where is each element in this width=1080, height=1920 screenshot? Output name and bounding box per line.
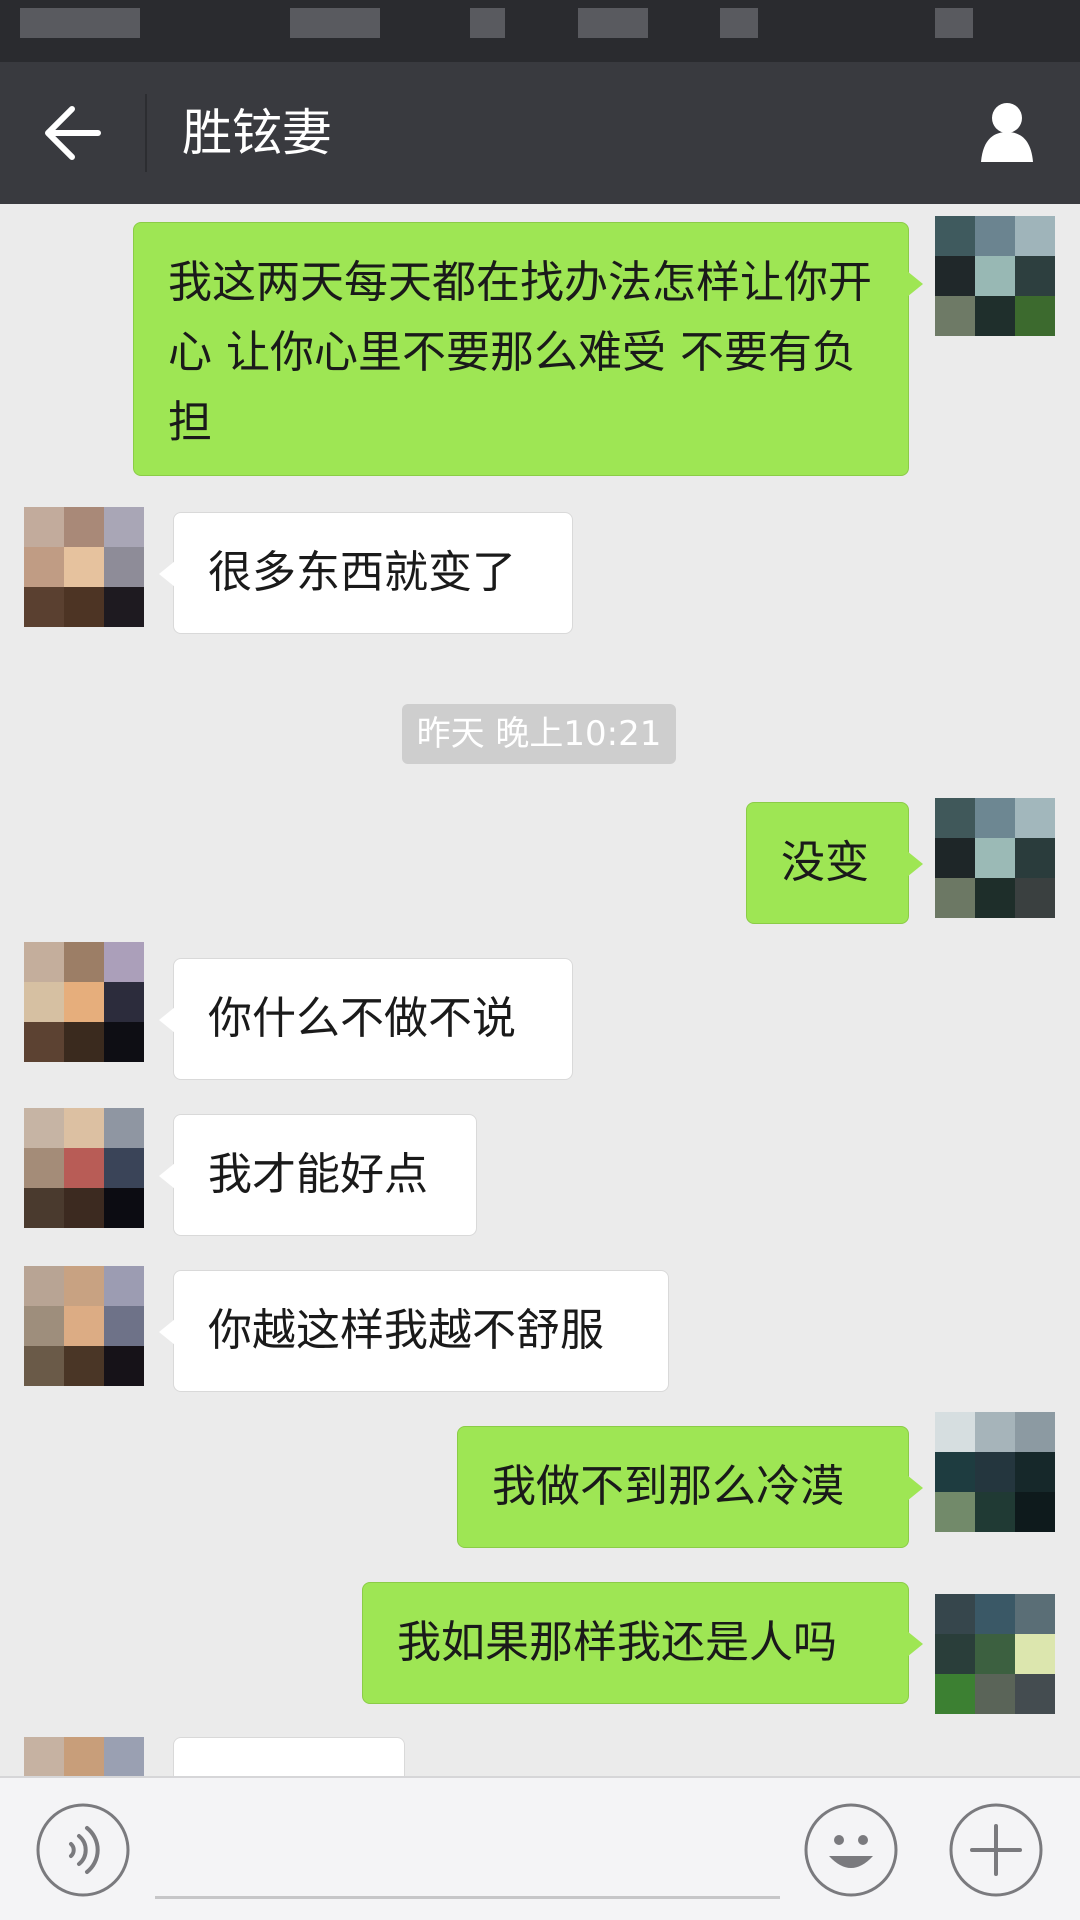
contact-avatar[interactable]	[24, 1266, 144, 1386]
message-text: 我才能好点	[208, 1149, 428, 1200]
my-avatar[interactable]	[935, 1594, 1055, 1714]
message-text: 我这两天每天都在找办法怎样让你开心 让你心里不要那么难受 不要有负担	[168, 257, 872, 448]
message-text: 没变	[781, 837, 869, 888]
message-bubble-received[interactable]: 很多东西就变了	[159, 512, 573, 634]
message-text: 你越这样我越不舒服	[208, 1305, 604, 1356]
emoji-icon	[804, 1803, 898, 1897]
nav-bar: 胜铉妻	[0, 62, 1080, 204]
status-bar	[0, 0, 1080, 62]
message-bubble-received[interactable]	[173, 1737, 405, 1776]
voice-button[interactable]	[35, 1802, 131, 1898]
chat-title: 胜铉妻	[182, 104, 332, 162]
input-bar	[0, 1776, 1080, 1920]
arrow-left-icon	[45, 106, 101, 160]
message-text: 你什么不做不说	[208, 993, 516, 1044]
nav-divider	[145, 94, 147, 172]
voice-icon	[36, 1803, 130, 1897]
status-time-obscured	[20, 8, 140, 38]
message-bubble-sent[interactable]: 我做不到那么冷漠	[457, 1426, 923, 1548]
timestamp-divider: 昨天 晚上10:21	[402, 704, 676, 764]
message-bubble-received[interactable]: 我才能好点	[159, 1114, 477, 1236]
my-avatar[interactable]	[935, 798, 1055, 918]
status-icon-obscured	[578, 8, 648, 38]
message-text: 我如果那样我还是人吗	[397, 1617, 837, 1668]
message-bubble-received[interactable]: 你越这样我越不舒服	[159, 1270, 669, 1392]
message-list[interactable]: 我这两天每天都在找办法怎样让你开心 让你心里不要那么难受 不要有负担 很多东西就…	[0, 204, 1080, 1776]
message-input[interactable]	[155, 1896, 780, 1899]
emoji-button[interactable]	[803, 1802, 899, 1898]
status-speed-obscured	[290, 8, 380, 38]
chat-info-button[interactable]	[972, 98, 1042, 168]
more-button[interactable]	[948, 1802, 1044, 1898]
message-bubble-sent[interactable]: 我如果那样我还是人吗	[362, 1582, 923, 1704]
my-avatar[interactable]	[935, 216, 1055, 336]
battery-icon-obscured	[935, 8, 973, 38]
contact-avatar[interactable]	[24, 1108, 144, 1228]
message-text: 很多东西就变了	[208, 547, 516, 598]
contact-avatar[interactable]	[24, 1737, 144, 1776]
status-icon-obscured	[470, 8, 505, 38]
status-icon-obscured	[720, 8, 758, 38]
my-avatar[interactable]	[935, 1412, 1055, 1532]
message-bubble-sent[interactable]: 没变	[746, 802, 923, 924]
back-button[interactable]	[36, 97, 108, 169]
plus-icon	[949, 1803, 1043, 1897]
contact-avatar[interactable]	[24, 942, 144, 1062]
person-icon	[981, 103, 1033, 162]
message-text: 我做不到那么冷漠	[492, 1461, 844, 1512]
message-bubble-sent[interactable]: 我这两天每天都在找办法怎样让你开心 让你心里不要那么难受 不要有负担	[133, 222, 923, 476]
message-bubble-received[interactable]: 你什么不做不说	[159, 958, 573, 1080]
contact-avatar[interactable]	[24, 507, 144, 627]
